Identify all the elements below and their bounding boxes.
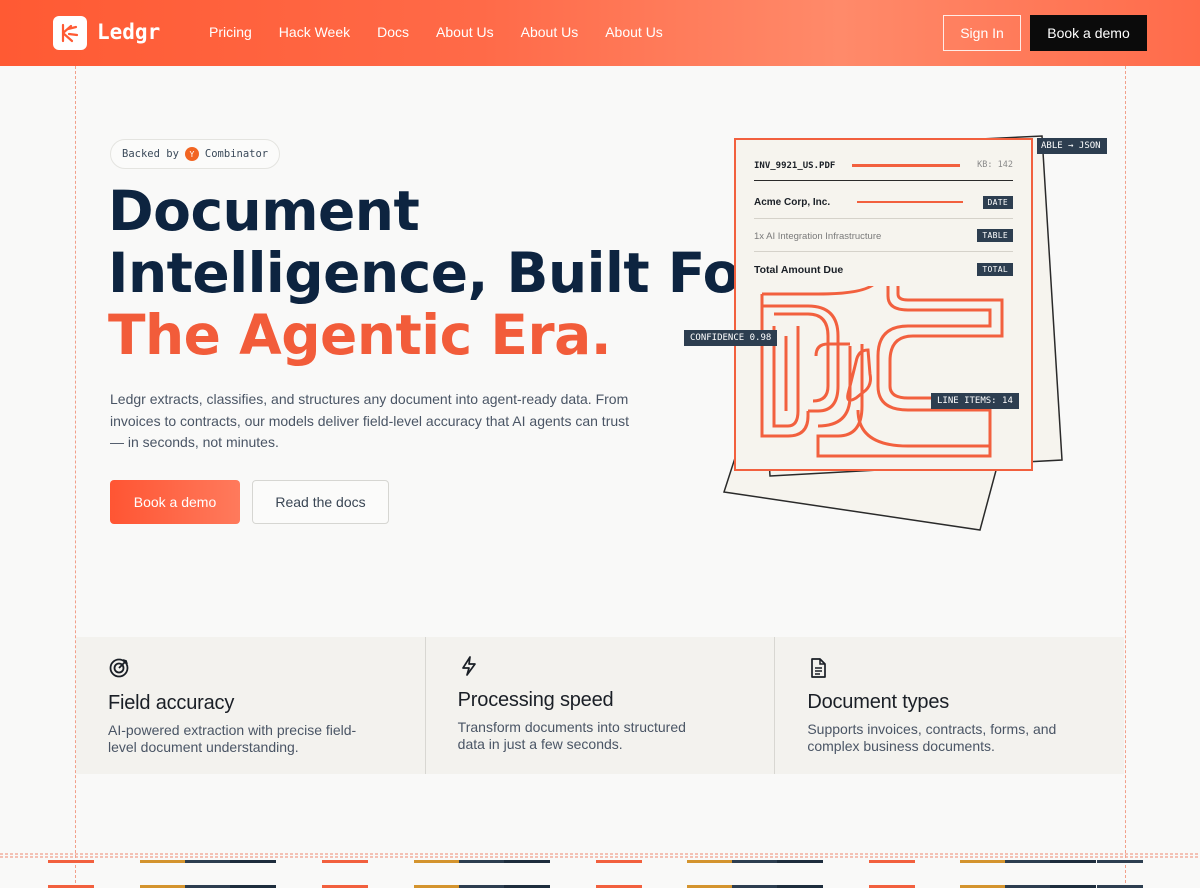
headline-accent: The Agentic Era. <box>108 303 612 367</box>
nav-pricing[interactable]: Pricing <box>209 24 252 40</box>
decorative-stripes <box>0 853 1200 888</box>
feature-desc: Supports invoices, contracts, forms, and… <box>807 721 1057 754</box>
book-demo-header-button[interactable]: Book a demo <box>1030 15 1147 51</box>
total-tag: TOTAL <box>977 263 1013 276</box>
confidence-tag: CONFIDENCE 0.98 <box>684 330 778 346</box>
yc-logo-icon: Y <box>184 147 199 161</box>
doc-header-row: INV_9921_US.PDF KB: 142 <box>754 159 1013 173</box>
logo-text[interactable]: Ledgr <box>97 20 160 44</box>
sign-in-button[interactable]: Sign In <box>943 15 1021 51</box>
total-row: Total Amount Due TOTAL <box>754 263 1013 276</box>
maze-pattern-graphic <box>760 286 1004 458</box>
feature-desc: AI-powered extraction with precise field… <box>108 722 357 755</box>
badge-suffix: Combinator <box>204 148 269 160</box>
read-docs-button[interactable]: Read the docs <box>252 480 389 524</box>
doc-total-label: Total Amount Due <box>754 264 844 276</box>
hero-description: Ledgr extracts, classifies, and structur… <box>110 391 630 450</box>
feature-processing-speed: Processing speed Transform documents int… <box>426 637 776 774</box>
feature-field-accuracy: Field accuracy AI-powered extraction wit… <box>76 637 426 774</box>
date-tag: DATE <box>982 196 1013 209</box>
guide-line-right <box>1125 66 1126 888</box>
nav-docs[interactable]: Docs <box>377 24 409 40</box>
nav-hack-week[interactable]: Hack Week <box>279 24 350 40</box>
nav-about-us-1[interactable]: About Us <box>436 24 494 40</box>
doc-line-item: 1x AI Integration Infrastructure <box>754 231 882 242</box>
doc-filename: INV_9921_US.PDF <box>754 161 836 171</box>
line-items-tag: LINE ITEMS: 14 <box>931 393 1019 409</box>
feature-title: Document types <box>807 691 950 713</box>
feature-document-types: Document types Supports invoices, contra… <box>775 637 1124 774</box>
badge-prefix: Backed by <box>122 148 179 160</box>
nav-about-us-3[interactable]: About Us <box>605 24 663 40</box>
doc-company: Acme Corp, Inc. <box>754 197 831 208</box>
logo-icon[interactable] <box>53 16 87 50</box>
headline-line-1: Document <box>108 179 420 243</box>
hero-headline: Document Intelligence, Built For The Age… <box>108 180 767 366</box>
nav-about-us-2[interactable]: About Us <box>521 24 579 40</box>
invoice-document: INV_9921_US.PDF KB: 142 Acme Corp, Inc. … <box>734 138 1033 471</box>
table-tag: TABLE <box>977 229 1013 242</box>
feature-title: Processing speed <box>457 689 614 711</box>
headline-line-2: Intelligence, Built For <box>108 241 767 305</box>
target-icon <box>109 658 129 678</box>
line-item-row: 1x AI Integration Infrastructure TABLE <box>754 229 1013 242</box>
feature-desc: Transform documents into structured data… <box>457 719 686 752</box>
yc-badge[interactable]: Backed by Y Combinator <box>110 139 281 169</box>
doc-divider-3 <box>754 251 1013 252</box>
feature-title: Field accuracy <box>108 692 235 714</box>
doc-divider <box>754 180 1013 181</box>
features-section: Field accuracy AI-powered extraction wit… <box>76 637 1124 774</box>
doc-divider-2 <box>754 218 1013 219</box>
table-json-tag: ABLE → JSON <box>1037 138 1107 154</box>
filename-underline <box>852 164 960 167</box>
book-demo-button[interactable]: Book a demo <box>110 480 240 524</box>
main-nav: Pricing Hack Week Docs About Us About Us… <box>209 24 690 40</box>
document-illustration: ABLE → JSON INV_9921_US.PDF KB: 142 Acme… <box>680 130 1110 540</box>
document-icon <box>811 658 827 678</box>
company-underline <box>857 201 963 203</box>
company-row: Acme Corp, Inc. DATE <box>754 196 1013 209</box>
top-navbar: Ledgr Pricing Hack Week Docs About Us Ab… <box>0 0 1200 66</box>
doc-kb: KB: 142 <box>977 160 1013 170</box>
lightning-icon <box>461 656 476 676</box>
